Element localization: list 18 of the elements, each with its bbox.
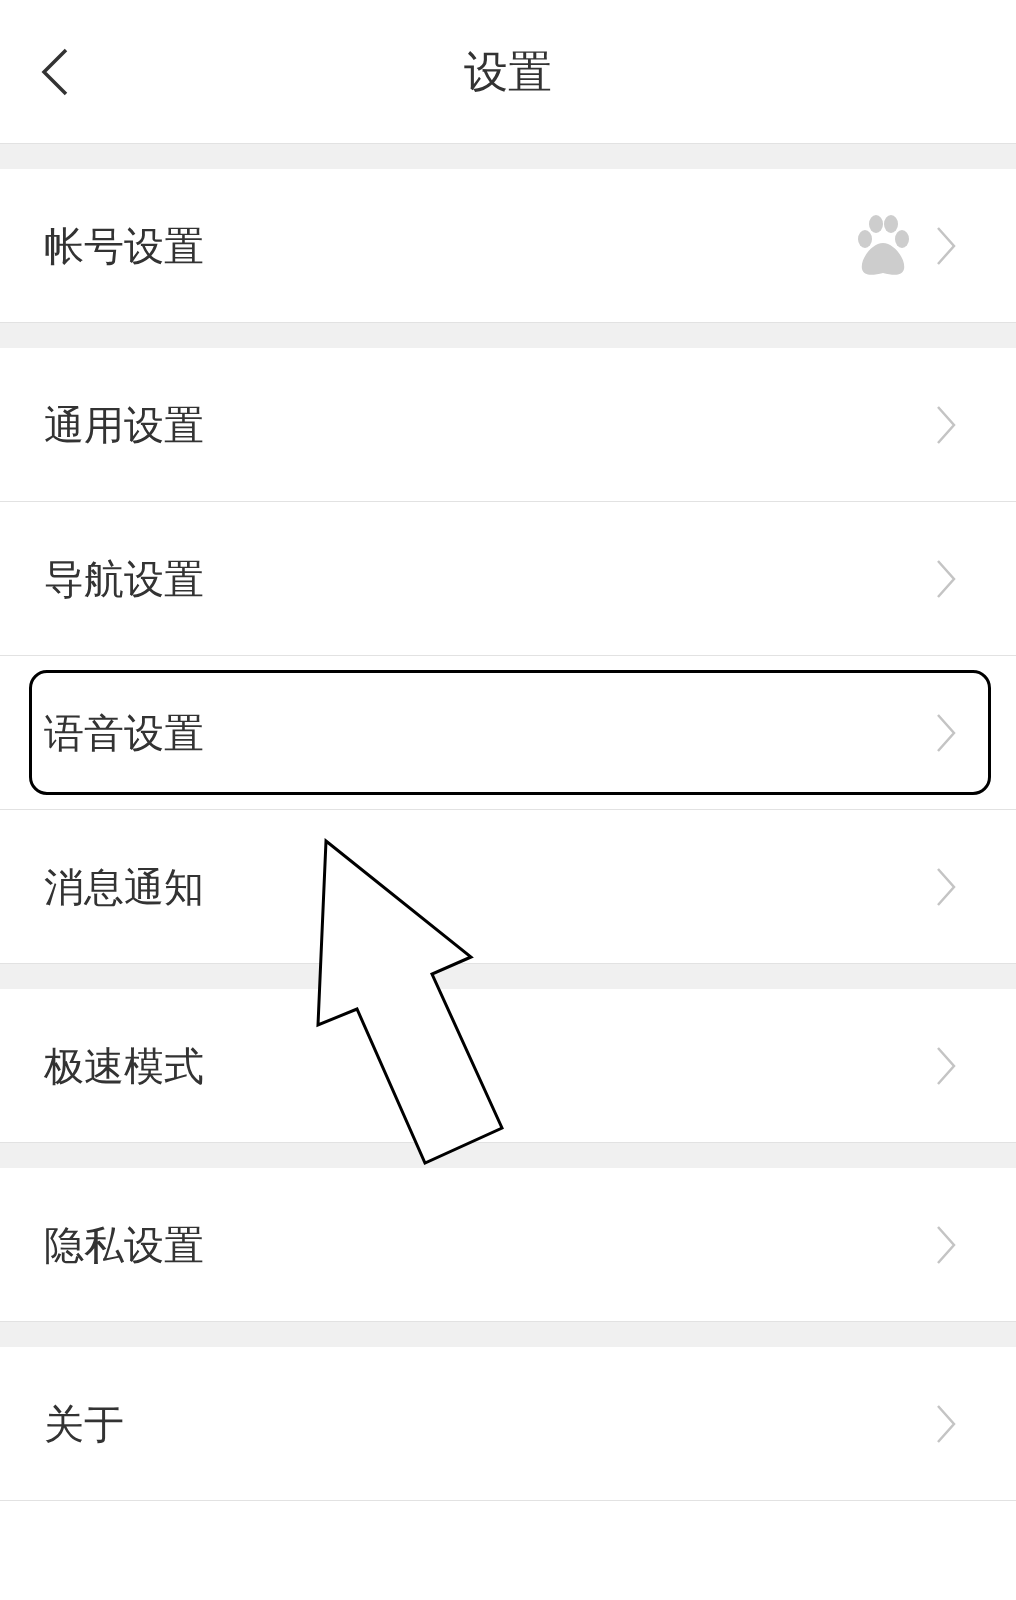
row-label: 关于 (44, 1400, 125, 1448)
chevron-right-icon (936, 1403, 956, 1444)
chevron-right-icon (936, 225, 956, 266)
row-label: 语音设置 (44, 709, 205, 757)
row-label: 通用设置 (44, 401, 205, 449)
row-label: 消息通知 (44, 863, 205, 911)
chevron-right-icon (936, 1045, 956, 1086)
row-label: 帐号设置 (44, 222, 205, 270)
row-label: 极速模式 (44, 1042, 205, 1090)
back-icon[interactable] (40, 47, 70, 96)
row-label: 隐私设置 (44, 1221, 205, 1269)
chevron-right-icon (936, 404, 956, 445)
chevron-right-icon (936, 712, 956, 753)
chevron-right-icon (936, 558, 956, 599)
page-title: 设置 (463, 45, 553, 98)
chevron-right-icon (936, 1224, 956, 1265)
chevron-right-icon (936, 866, 956, 907)
row-label: 导航设置 (44, 555, 205, 603)
